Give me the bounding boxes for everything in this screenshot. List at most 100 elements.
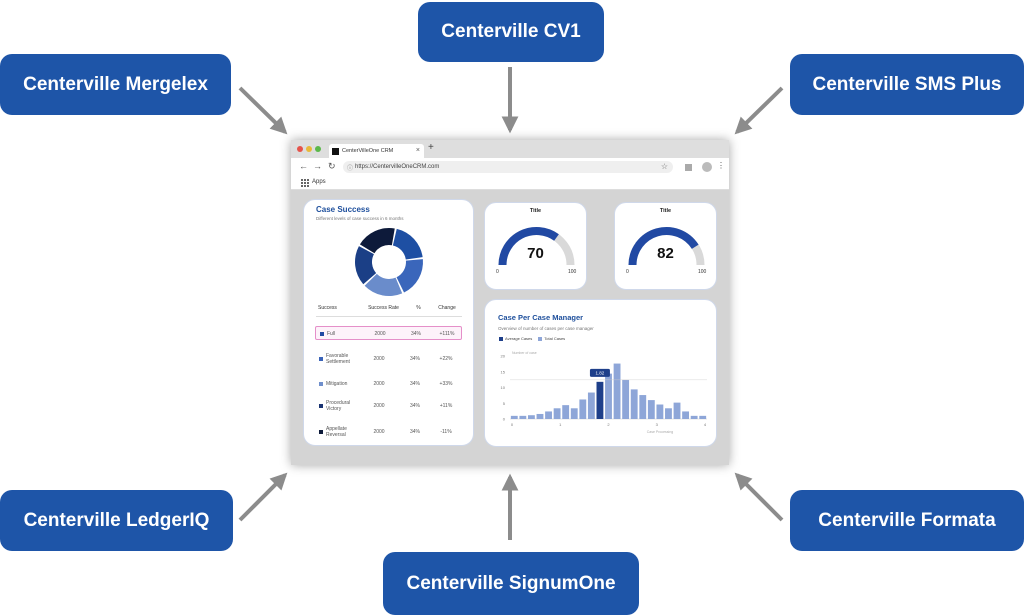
arrow-ledgeriq [238,472,288,522]
row-rate: 2000 [374,331,386,337]
tooltip-value: 1.82 [596,370,605,375]
back-icon[interactable]: ← [299,161,308,171]
case-success-title: Case Success [316,205,370,214]
bar[interactable] [630,389,638,419]
tab-title: CenterVilleOne CRM [342,148,394,154]
legend-swatch-total [538,336,543,341]
legend-item-total: Total Cases [538,336,565,341]
gauge-value: 82 [657,245,674,262]
table-row[interactable]: Mitigation 2000 34% +33% [315,374,462,394]
profile-avatar[interactable] [702,162,712,172]
bar[interactable] [639,395,647,419]
node-ledgeriq: Centerville LedgerIQ [0,490,233,551]
gauge-card-1: Title 70 0 100 [484,202,587,290]
row-color-swatch [320,332,324,336]
bar[interactable] [519,415,527,419]
apps-bookmark[interactable]: Apps [312,179,326,185]
bar[interactable] [596,381,604,419]
row-change: +33% [439,381,453,387]
bar[interactable] [579,399,587,419]
close-window-dot[interactable] [297,146,303,152]
row-color-swatch [319,357,323,361]
browser-tab[interactable]: CenterVilleOne CRM × [329,144,424,158]
donut-slice-2[interactable] [396,259,423,293]
row-rate: 2000 [373,381,385,387]
bar[interactable] [699,415,707,419]
forward-icon[interactable]: → [313,161,322,171]
new-tab-button[interactable]: + [428,142,434,153]
bar[interactable] [605,373,612,419]
bar[interactable] [536,413,544,419]
row-change: -11% [440,429,452,435]
y-tick-label: 20 [501,354,506,359]
y-tick-label: 5 [503,401,506,406]
arrow-sms-plus [734,86,784,135]
case-success-card: Case Success Different levels of case su… [303,199,474,446]
bar[interactable] [682,411,690,419]
bar[interactable] [510,415,518,419]
bar[interactable] [622,379,630,419]
tab-bar: CenterVilleOne CRM × + [291,140,729,158]
bar[interactable] [527,415,535,419]
y-tick-label: 10 [501,385,506,390]
browser-window: CenterVilleOne CRM × + ← → ↻ ⓘ https://C… [291,140,729,465]
row-label: Appellate Reversal [326,426,347,438]
address-bar[interactable]: ⓘ https://CentervilleOneCRM.com ☆ [343,161,673,173]
case-success-table: Full 2000 34% +111% Favorable Settlement 2000… [304,324,473,444]
column-header: % [416,305,421,311]
x-tick-label: 3 [656,422,659,427]
favicon-icon [332,148,339,155]
row-pct: 34% [409,356,420,362]
bar[interactable] [587,392,595,419]
row-pct: 34% [409,429,420,435]
tab-close-icon[interactable]: × [416,147,420,154]
minimize-window-dot[interactable] [306,146,312,152]
row-rate: 2000 [373,356,385,362]
row-label: Procedural Victory [326,400,351,412]
bar[interactable] [613,363,621,419]
info-icon: ⓘ [347,166,354,172]
bookmark-star-icon[interactable]: ☆ [661,162,668,171]
case-per-manager-card: Case Per Case Manager Overview of number… [484,299,717,447]
column-header: Success [318,305,337,311]
bar[interactable] [673,402,681,419]
row-color-swatch [319,404,323,408]
legend-label-total: Total Cases [544,336,566,341]
bar[interactable] [647,400,655,419]
bar[interactable] [665,408,672,419]
maximize-window-dot[interactable] [315,146,321,152]
donut-slice-1[interactable] [392,228,423,260]
reload-icon[interactable]: ↻ [328,161,336,172]
case-per-manager-bar-chart: 0 5 10 15 20 Number of case 1.82 0 1 2 3 4 Case Proc… [501,351,707,434]
row-color-swatch [319,430,323,434]
table-row[interactable]: Appellate Reversal 2000 34% -11% [315,422,462,442]
x-tick-label: 1 [559,422,562,427]
bar[interactable] [553,408,561,419]
legend-item-average: Average Cases [499,336,532,341]
bar[interactable] [690,415,698,419]
apps-grid-icon[interactable] [301,179,309,187]
extension-icon[interactable] [685,164,692,171]
bar[interactable] [545,411,552,419]
bar[interactable] [570,408,578,419]
row-change: +111% [439,331,455,337]
row-pct: 34% [409,403,420,409]
case-success-subtitle: Different levels of case success in 6 mo… [316,216,404,221]
row-color-swatch [319,382,323,386]
gauge-card-2: Title 82 0 100 [614,202,717,290]
browser-menu-icon[interactable]: ⋮ [717,161,725,170]
row-rate: 2000 [373,429,385,435]
bar[interactable] [656,404,664,419]
node-signumone: Centerville SignumOne [383,552,639,615]
bar[interactable] [562,405,570,419]
table-row[interactable]: Full 2000 34% +111% [315,326,462,340]
y-axis-note: Number of case [512,351,537,355]
table-row[interactable]: Procedural Victory 2000 34% +11% [315,396,462,416]
legend-label-average: Average Cases [505,336,533,341]
column-header: Success Rate [368,305,399,311]
donut-slice-5[interactable] [359,228,395,254]
table-row[interactable]: Favorable Settlement 2000 34% +22% [315,349,462,369]
x-axis-note: Case Processing [647,430,674,434]
row-pct: 34% [410,331,421,337]
x-tick-label: 4 [704,422,707,427]
